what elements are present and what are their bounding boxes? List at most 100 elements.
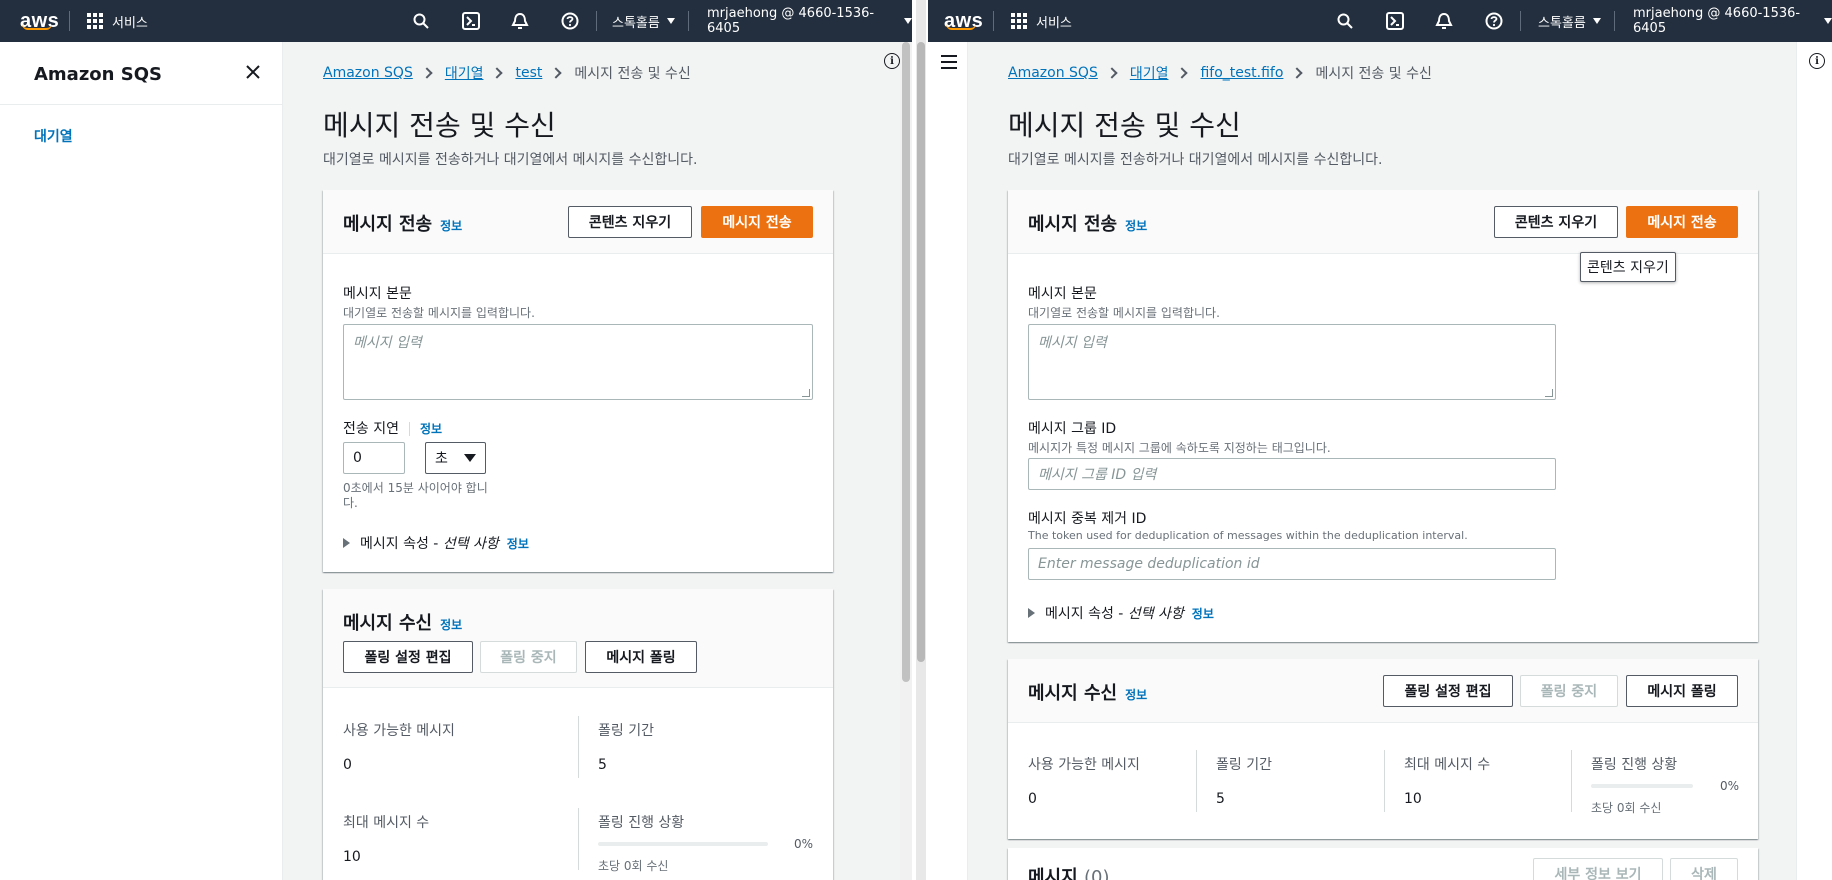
help-panel-rail	[1796, 42, 1832, 880]
info-link[interactable]: 정보	[1192, 605, 1214, 622]
close-icon[interactable]	[244, 63, 262, 81]
aws-smile-icon	[22, 24, 52, 30]
clear-content-button[interactable]: 콘텐츠 지우기	[568, 206, 692, 238]
stat-value: 5	[1216, 791, 1225, 807]
page-title: 메시지 전송 및 수신	[1008, 109, 1241, 142]
menu-icon[interactable]	[941, 54, 957, 69]
stat-label: 사용 가능한 메시지	[343, 723, 455, 739]
messages-count: (0)	[1083, 867, 1110, 880]
stat-label: 폴링 기간	[598, 723, 654, 739]
help-icon[interactable]	[1481, 0, 1507, 42]
delay-label: 전송 지연	[343, 421, 399, 437]
send-panel-title: 메시지 전송	[1028, 214, 1118, 235]
top-navigation: aws 서비스 스톡홀름 mrjaehong @ 4660-1536-6405	[928, 0, 1832, 42]
breadcrumb-sqs[interactable]: Amazon SQS	[1008, 65, 1098, 81]
delete-button[interactable]: 삭제	[1670, 858, 1738, 880]
receive-message-panel: 메시지 수신 정보 폴링 설정 편집 폴링 중지 메시지 폴링 사용 가능한 메시…	[1008, 659, 1758, 839]
resize-handle-icon[interactable]	[1545, 389, 1553, 397]
message-body-input[interactable]: 메시지 입력	[1028, 324, 1556, 400]
delay-hint-2: 다.	[343, 496, 358, 510]
edit-polling-button[interactable]: 폴링 설정 편집	[1383, 675, 1513, 707]
resize-handle-icon[interactable]	[802, 389, 810, 397]
sidebar-item-queues[interactable]: 대기열	[34, 126, 73, 146]
breadcrumb-current: 메시지 전송 및 수신	[1315, 66, 1432, 82]
breadcrumb: Amazon SQS 대기열 fifo_test.fifo 메시지 전송 및 수…	[1008, 63, 1432, 83]
breadcrumb-queues[interactable]: 대기열	[1130, 63, 1169, 83]
stat-value: 0	[343, 757, 352, 773]
polling-progress-bar	[1591, 784, 1693, 788]
caret-down-icon	[666, 18, 675, 24]
edit-polling-button[interactable]: 폴링 설정 편집	[343, 641, 473, 673]
message-attributes-expander[interactable]: 메시지 속성 - 선택 사항 정보	[1028, 603, 1214, 623]
send-message-button[interactable]: 메시지 전송	[1626, 206, 1738, 238]
stat-value: 0	[1028, 791, 1037, 807]
receive-message-panel: 메시지 수신 정보 폴링 설정 편집 폴링 중지 메시지 폴링 사용 가능한 메시…	[323, 589, 833, 880]
stat-label: 폴링 기간	[1216, 757, 1272, 773]
search-icon[interactable]	[1332, 0, 1358, 42]
poll-messages-button[interactable]: 메시지 폴링	[585, 641, 697, 673]
search-icon[interactable]	[408, 0, 434, 42]
message-body-input[interactable]: 메시지 입력	[343, 324, 813, 400]
delay-value-input[interactable]: 0	[343, 442, 405, 474]
send-message-button[interactable]: 메시지 전송	[701, 206, 813, 238]
page-subtitle: 대기열로 메시지를 전송하거나 대기열에서 메시지를 수신합니다.	[323, 152, 698, 168]
view-details-button[interactable]: 세부 정보 보기	[1533, 858, 1663, 880]
poll-messages-button[interactable]: 메시지 폴링	[1626, 675, 1738, 707]
notifications-icon[interactable]	[507, 0, 533, 42]
clear-content-button[interactable]: 콘텐츠 지우기	[1494, 206, 1618, 238]
browser-window-right: aws 서비스 스톡홀름 mrjaehong @ 4660-1536-6405	[928, 0, 1832, 880]
page-title: 메시지 전송 및 수신	[323, 109, 556, 142]
breadcrumb-queue[interactable]: test	[515, 65, 542, 81]
group-id-desc: 메시지가 특정 메시지 그룹에 속하도록 지정하는 태그입니다.	[1028, 441, 1331, 455]
notifications-icon[interactable]	[1431, 0, 1457, 42]
info-link[interactable]: 정보	[440, 618, 462, 632]
message-body-desc: 대기열로 전송할 메시지를 입력합니다.	[1028, 306, 1220, 320]
info-link[interactable]: 정보	[440, 219, 462, 233]
region-selector[interactable]: 스톡홀름	[612, 0, 675, 42]
messages-panel: 메시지 (0) 세부 정보 보기 삭제	[1008, 848, 1758, 880]
breadcrumb-sqs[interactable]: Amazon SQS	[323, 65, 413, 81]
group-id-input[interactable]: 메시지 그룹 ID 입력	[1028, 458, 1556, 490]
services-menu[interactable]: 서비스	[87, 0, 148, 42]
stat-value: 5	[598, 757, 607, 773]
breadcrumb-current: 메시지 전송 및 수신	[574, 66, 691, 82]
scrollbar[interactable]	[916, 0, 926, 880]
dedup-id-input[interactable]: Enter message deduplication id	[1028, 548, 1556, 580]
info-link[interactable]: 정보	[1125, 688, 1147, 702]
aws-logo[interactable]: aws	[944, 0, 983, 42]
account-menu[interactable]: mrjaehong @ 4660-1536-6405	[1633, 0, 1832, 42]
scrollbar[interactable]	[900, 42, 912, 880]
breadcrumb-queue[interactable]: fifo_test.fifo	[1200, 65, 1283, 81]
polling-progress-percent: 0%	[794, 837, 814, 851]
polling-progress-bar	[598, 842, 768, 846]
messages-panel-title: 메시지	[1028, 867, 1078, 880]
info-icon[interactable]: i	[884, 53, 900, 69]
info-link[interactable]: 정보	[1125, 219, 1147, 233]
stat-label: 사용 가능한 메시지	[1028, 757, 1140, 773]
stop-polling-button[interactable]: 폴링 중지	[1520, 675, 1618, 707]
polling-progress-percent: 0%	[1720, 779, 1740, 793]
help-icon[interactable]	[557, 0, 583, 42]
dedup-id-desc: The token used for deduplication of mess…	[1028, 529, 1468, 542]
receive-panel-title: 메시지 수신	[343, 613, 433, 634]
cloudshell-icon[interactable]	[1382, 0, 1408, 42]
aws-logo[interactable]: aws	[20, 0, 59, 42]
delay-unit-select[interactable]: 초	[425, 442, 486, 474]
message-attributes-expander[interactable]: 메시지 속성 - 선택 사항 정보	[343, 533, 529, 553]
cloudshell-icon[interactable]	[458, 0, 484, 42]
stat-label: 최대 메시지 수	[1404, 757, 1491, 773]
info-link[interactable]: 정보	[420, 422, 442, 436]
stop-polling-button[interactable]: 폴링 중지	[480, 641, 577, 673]
region-selector[interactable]: 스톡홀름	[1538, 0, 1601, 42]
account-menu[interactable]: mrjaehong @ 4660-1536-6405	[707, 0, 912, 42]
message-body-label: 메시지 본문	[343, 286, 412, 302]
info-link[interactable]: 정보	[507, 535, 529, 552]
aws-smile-icon	[946, 24, 976, 30]
caret-down-icon	[1824, 18, 1832, 24]
info-icon[interactable]: i	[1809, 53, 1825, 69]
polling-rate: 초당 0회 수신	[598, 859, 669, 873]
caret-down-icon	[1592, 18, 1601, 24]
services-menu[interactable]: 서비스	[1011, 0, 1072, 42]
breadcrumb-queues[interactable]: 대기열	[445, 63, 484, 83]
receive-panel-title: 메시지 수신	[1028, 683, 1118, 704]
